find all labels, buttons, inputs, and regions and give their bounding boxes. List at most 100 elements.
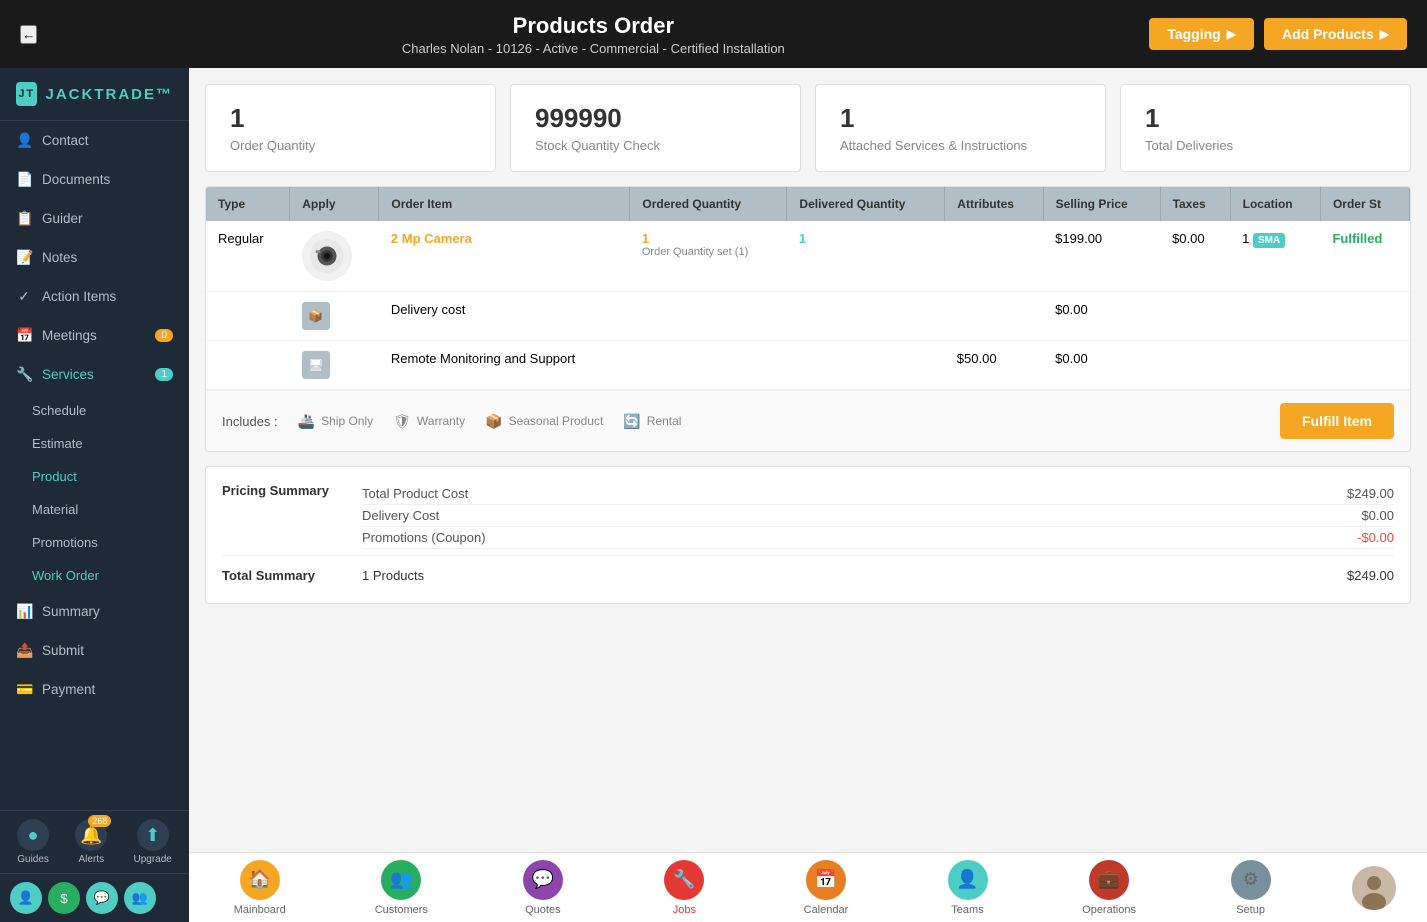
row-attributes — [945, 221, 1043, 292]
upgrade-button[interactable]: ⬆ Upgrade — [134, 819, 172, 865]
sidebar-item-summary[interactable]: 📊 Summary — [0, 592, 189, 631]
sidebar-sub-estimate[interactable]: Estimate — [0, 427, 189, 460]
service-dqty-1 — [787, 292, 945, 341]
sma-badge: SMA — [1253, 233, 1285, 248]
service-status-2 — [1320, 341, 1409, 390]
user-icon-4[interactable]: 👥 — [124, 882, 156, 914]
app-bar-customers[interactable]: 👥 Customers — [361, 860, 441, 916]
tagging-arrow-icon: ▶ — [1227, 27, 1236, 41]
table-row-delivery: 📦 Delivery cost $0.00 — [206, 292, 1410, 341]
app-bar-calendar[interactable]: 📅 Calendar — [786, 860, 866, 916]
services-icon: 🔧 — [16, 366, 32, 383]
sidebar-sub-promotions[interactable]: Promotions — [0, 526, 189, 559]
monitoring-icon: 🖥 — [302, 351, 330, 379]
sidebar-logo: JT JACKTRADE™ — [0, 68, 189, 121]
service-label-2: Remote Monitoring and Support — [379, 341, 630, 390]
delivery-icon: 📦 — [302, 302, 330, 330]
warranty-icon: 🛡 — [393, 413, 411, 430]
operations-icon: 💼 — [1089, 860, 1129, 900]
table-body: Regular — [206, 221, 1410, 390]
user-icon-2[interactable]: $ — [48, 882, 80, 914]
guides-icon: ● — [17, 819, 49, 851]
contact-icon: 👤 — [16, 132, 32, 149]
app-bar-mainboard[interactable]: 🏠 Mainboard — [220, 860, 300, 916]
main-layout: JT JACKTRADE™ 👤 Contact 📄 Documents 📋 Gu… — [0, 68, 1427, 922]
header-center: Products Order Charles Nolan - 10126 - A… — [402, 13, 785, 56]
pricing-section: Pricing Summary Total Product Cost $249.… — [205, 466, 1411, 604]
sidebar-item-action-items[interactable]: ✓ Action Items — [0, 277, 189, 316]
service-icon-1: 📦 — [290, 292, 379, 341]
sidebar-item-meetings[interactable]: 📅 Meetings 0 — [0, 316, 189, 355]
service-oqty-2 — [630, 341, 787, 390]
service-loc-1 — [1230, 292, 1320, 341]
back-button[interactable]: ← — [20, 25, 37, 44]
service-icon-2: 🖥 — [290, 341, 379, 390]
stat-total-deliveries: 1 Total Deliveries — [1120, 84, 1411, 172]
col-type: Type — [206, 187, 290, 221]
total-summary-detail: 1 Products $249.00 — [362, 564, 1394, 587]
guides-button[interactable]: ● Guides — [17, 819, 49, 865]
meetings-badge: 0 — [155, 329, 173, 342]
sidebar-item-notes[interactable]: 📝 Notes — [0, 238, 189, 277]
sidebar-sub-schedule[interactable]: Schedule — [0, 394, 189, 427]
sidebar-sub-material[interactable]: Material — [0, 493, 189, 526]
table-header: Type Apply Order Item Ordered Quantity D… — [206, 187, 1410, 221]
sidebar-item-contact[interactable]: 👤 Contact — [0, 121, 189, 160]
col-selling-price: Selling Price — [1043, 187, 1160, 221]
col-order-item: Order Item — [379, 187, 630, 221]
top-header: ← Products Order Charles Nolan - 10126 -… — [0, 0, 1427, 68]
notes-icon: 📝 — [16, 249, 32, 266]
sidebar: JT JACKTRADE™ 👤 Contact 📄 Documents 📋 Gu… — [0, 68, 189, 922]
sidebar-bottom: ● Guides 🔔 268 Alerts ⬆ Upgrade 👤 $ 💬 � — [0, 810, 189, 922]
order-table-wrapper: Type Apply Order Item Ordered Quantity D… — [206, 187, 1410, 390]
teams-icon: 👤 — [948, 860, 988, 900]
row-type: Regular — [206, 221, 290, 292]
stat-stock-quantity: 999990 Stock Quantity Check — [510, 84, 801, 172]
includes-rental: 🔄 Rental — [623, 413, 681, 430]
jobs-icon: 🔧 — [664, 860, 704, 900]
row-order-item: 2 Mp Camera — [379, 221, 630, 292]
ship-only-icon: 🚢 — [298, 413, 315, 430]
sidebar-bottom-icons: ● Guides 🔔 268 Alerts ⬆ Upgrade — [0, 810, 189, 873]
sidebar-item-submit[interactable]: 📤 Submit — [0, 631, 189, 670]
app-bar-jobs[interactable]: 🔧 Jobs — [644, 860, 724, 916]
order-table-container: Type Apply Order Item Ordered Quantity D… — [205, 186, 1411, 452]
stat-attached-services: 1 Attached Services & Instructions — [815, 84, 1106, 172]
col-location: Location — [1230, 187, 1320, 221]
pricing-row: Pricing Summary Total Product Cost $249.… — [222, 483, 1394, 549]
user-avatar[interactable] — [1352, 866, 1396, 910]
app-bar-teams[interactable]: 👤 Teams — [928, 860, 1008, 916]
fulfill-item-button[interactable]: Fulfill Item — [1280, 403, 1394, 439]
service-status-1 — [1320, 292, 1409, 341]
app-bar-setup[interactable]: ⚙ Setup — [1211, 860, 1291, 916]
pricing-line-total-product: Total Product Cost $249.00 — [362, 483, 1394, 505]
submit-icon: 📤 — [16, 642, 32, 659]
meetings-icon: 📅 — [16, 327, 32, 344]
row-location: 1 SMA — [1230, 221, 1320, 292]
col-apply: Apply — [290, 187, 379, 221]
product-name-link[interactable]: 2 Mp Camera — [391, 231, 472, 246]
sidebar-item-documents[interactable]: 📄 Documents — [0, 160, 189, 199]
service-loc-2 — [1230, 341, 1320, 390]
app-bar-operations[interactable]: 💼 Operations — [1069, 860, 1149, 916]
service-attr-2: $50.00 — [945, 341, 1043, 390]
user-icon-3[interactable]: 💬 — [86, 882, 118, 914]
summary-icon: 📊 — [16, 603, 32, 620]
add-products-button[interactable]: Add Products ▶ — [1264, 18, 1407, 50]
alerts-button[interactable]: 🔔 268 Alerts — [75, 819, 107, 865]
sidebar-sub-product[interactable]: Product — [0, 460, 189, 493]
page-subtitle: Charles Nolan - 10126 - Active - Commerc… — [402, 41, 785, 56]
tagging-button[interactable]: Tagging ▶ — [1149, 18, 1254, 50]
sidebar-item-services[interactable]: 🔧 Services 1 — [0, 355, 189, 394]
user-icon-1[interactable]: 👤 — [10, 882, 42, 914]
stat-order-quantity: 1 Order Quantity — [205, 84, 496, 172]
mainboard-icon: 🏠 — [240, 860, 280, 900]
total-summary-line: 1 Products $249.00 — [362, 564, 1394, 587]
sidebar-item-payment[interactable]: 💳 Payment — [0, 670, 189, 709]
sidebar-sub-work-order[interactable]: Work Order — [0, 559, 189, 592]
sidebar-item-guider[interactable]: 📋 Guider — [0, 199, 189, 238]
table-row-camera: Regular — [206, 221, 1410, 292]
app-bar-quotes[interactable]: 💬 Quotes — [503, 860, 583, 916]
row-apply — [290, 221, 379, 292]
order-table: Type Apply Order Item Ordered Quantity D… — [206, 187, 1410, 390]
